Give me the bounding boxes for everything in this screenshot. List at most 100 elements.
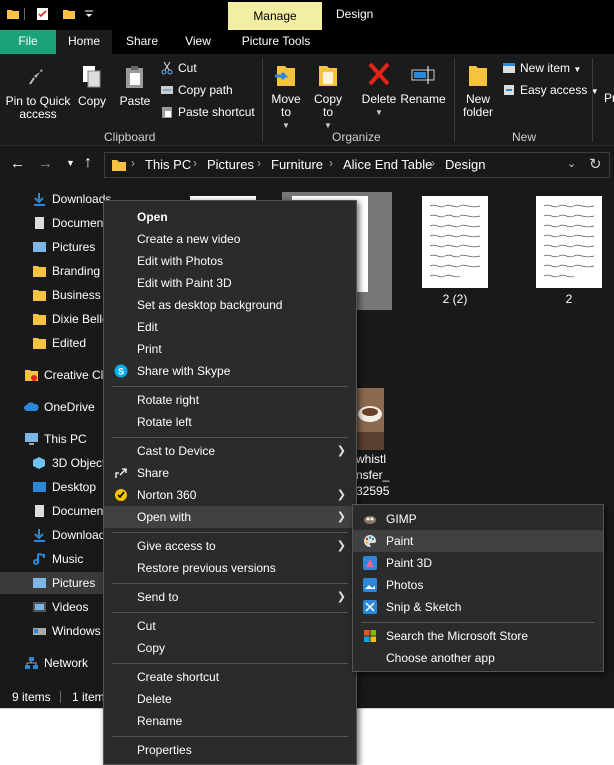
file-thumbnail-photo[interactable] [356, 388, 384, 450]
menu-item-set-desktop[interactable]: Set as desktop background [104, 294, 356, 316]
breadcrumb-furniture[interactable]: Furniture [271, 157, 323, 172]
breadcrumb-this-pc[interactable]: This PC [145, 157, 191, 172]
folder-icon [33, 290, 46, 301]
ribbon-separator [592, 58, 593, 142]
file-thumbnail-2-2[interactable] [422, 196, 488, 288]
gimp-icon [364, 516, 376, 524]
pin-quick-access-button[interactable]: Pin to Quick access [4, 64, 72, 121]
clipboard-group-label: Clipboard [104, 130, 156, 144]
breadcrumb-separator-icon[interactable]: › [431, 156, 435, 170]
tab-view[interactable]: View [172, 30, 224, 54]
folder-icon [112, 160, 126, 171]
recent-locations-chevron-icon[interactable]: ▼ [66, 158, 75, 168]
skype-icon: S [114, 364, 128, 378]
menu-item-cast[interactable]: Cast to Device ❯ [104, 440, 356, 462]
new-folder-button[interactable]: New folder [458, 60, 498, 119]
properties-button-partial[interactable]: Pr [604, 88, 614, 108]
menu-item-create-shortcut[interactable]: Create shortcut [104, 666, 356, 688]
menu-item-give-access[interactable]: Give access to ❯ [104, 535, 356, 557]
breadcrumb-separator-icon[interactable]: › [193, 156, 197, 170]
customize-toolbar-icon[interactable] [82, 7, 96, 21]
menu-item-delete[interactable]: Delete [104, 688, 356, 710]
copy-to-icon [319, 66, 337, 86]
menu-item-properties[interactable]: Properties [104, 739, 356, 761]
menu-separator [112, 386, 348, 387]
copy-to-button[interactable]: Copy to ▼ [310, 60, 346, 132]
menu-item-norton[interactable]: Norton 360 ❯ [104, 484, 356, 506]
tab-home[interactable]: Home [56, 30, 112, 54]
chevron-right-icon: ❯ [336, 511, 346, 523]
menu-item-share-skype[interactable]: S Share with Skype [104, 360, 356, 382]
properties-icon[interactable] [36, 7, 50, 21]
document-icon [35, 505, 44, 517]
menu-item-rotate-right[interactable]: Rotate right [104, 389, 356, 411]
rename-button[interactable]: Rename [400, 60, 446, 106]
file-label: whistl [356, 452, 387, 466]
submenu-item-snip-sketch[interactable]: Snip & Sketch [353, 596, 603, 618]
menu-item-edit-paint3d[interactable]: Edit with Paint 3D [104, 272, 356, 294]
submenu-item-paint3d[interactable]: Paint 3D [353, 552, 603, 574]
cut-button[interactable]: Cut [160, 58, 197, 78]
nav-label: Videos [52, 600, 89, 614]
menu-item-restore[interactable]: Restore previous versions [104, 557, 356, 579]
forward-arrow-icon[interactable]: → [38, 155, 53, 172]
manage-tab[interactable]: Manage [228, 2, 322, 30]
back-arrow-icon[interactable]: ← [10, 155, 25, 172]
menu-item-print[interactable]: Print [104, 338, 356, 360]
file-thumbnail-2[interactable] [536, 196, 602, 288]
delete-button[interactable]: Delete ▼ [358, 60, 400, 119]
menu-item-edit[interactable]: Edit [104, 316, 356, 338]
breadcrumb-pictures[interactable]: Pictures [207, 157, 254, 172]
drive-icon [33, 628, 46, 635]
move-to-button[interactable]: Move to ▼ [268, 60, 304, 132]
document-icon [35, 217, 44, 229]
menu-item-open[interactable]: Open [104, 206, 356, 228]
submenu-item-search-store[interactable]: Search the Microsoft Store [353, 625, 603, 647]
menu-item-create-video[interactable]: Create a new video [104, 228, 356, 250]
breadcrumb-alice-end-table[interactable]: Alice End Table [343, 157, 432, 172]
cube-icon [33, 457, 45, 469]
new-item-button[interactable]: New item ▼ [502, 58, 581, 78]
desktop-icon [33, 482, 46, 492]
submenu-item-photos[interactable]: Photos [353, 574, 603, 596]
file-label: 2 (2) [442, 292, 468, 306]
submenu-item-gimp[interactable]: GIMP [353, 508, 603, 530]
tab-share[interactable]: Share [116, 30, 168, 54]
menu-item-rename[interactable]: Rename [104, 710, 356, 732]
breadcrumb-separator-icon[interactable]: › [257, 156, 261, 170]
easy-access-icon [504, 85, 514, 95]
breadcrumb-design[interactable]: Design [445, 157, 485, 172]
paint3d-icon [363, 556, 377, 570]
scissors-icon [161, 61, 173, 75]
menu-item-send-to[interactable]: Send to ❯ [104, 586, 356, 608]
menu-item-rotate-left[interactable]: Rotate left [104, 411, 356, 433]
breadcrumb-separator-icon[interactable]: › [131, 156, 135, 170]
refresh-icon[interactable]: ↻ [589, 155, 602, 173]
submenu-item-choose-app[interactable]: Choose another app [353, 647, 603, 669]
breadcrumb-separator-icon[interactable]: › [329, 156, 333, 170]
copy-icon [83, 66, 101, 88]
chevron-right-icon: ❯ [336, 489, 346, 501]
ribbon-tabs: File Home Share View Picture Tools [0, 30, 614, 54]
paste-button[interactable]: Paste [116, 64, 154, 108]
tab-file[interactable]: File [0, 30, 56, 54]
menu-item-share[interactable]: Share [104, 462, 356, 484]
menu-item-cut[interactable]: Cut [104, 615, 356, 637]
copy-path-button[interactable]: Copy path [160, 80, 233, 100]
copy-label: Copy [77, 94, 106, 108]
address-dropdown-chevron-icon[interactable]: ⌄ [567, 157, 576, 170]
pictures-icon [33, 242, 46, 252]
up-arrow-icon[interactable]: ↑ [84, 154, 92, 172]
tab-picture-tools[interactable]: Picture Tools [230, 30, 322, 54]
address-bar[interactable]: › This PC › Pictures › Furniture › Alice… [104, 152, 610, 178]
menu-item-edit-photos[interactable]: Edit with Photos [104, 250, 356, 272]
menu-item-copy[interactable]: Copy [104, 637, 356, 659]
easy-access-button[interactable]: Easy access ▼ [502, 80, 599, 100]
copy-button[interactable]: Copy [76, 64, 108, 108]
folder-icon[interactable] [6, 7, 20, 21]
submenu-item-paint[interactable]: Paint [353, 530, 603, 552]
menu-item-open-with[interactable]: Open with ❯ [104, 506, 356, 528]
new-folder-icon[interactable] [62, 7, 76, 21]
paste-shortcut-button[interactable]: Paste shortcut [160, 102, 255, 122]
paste-shortcut-icon [162, 107, 172, 118]
